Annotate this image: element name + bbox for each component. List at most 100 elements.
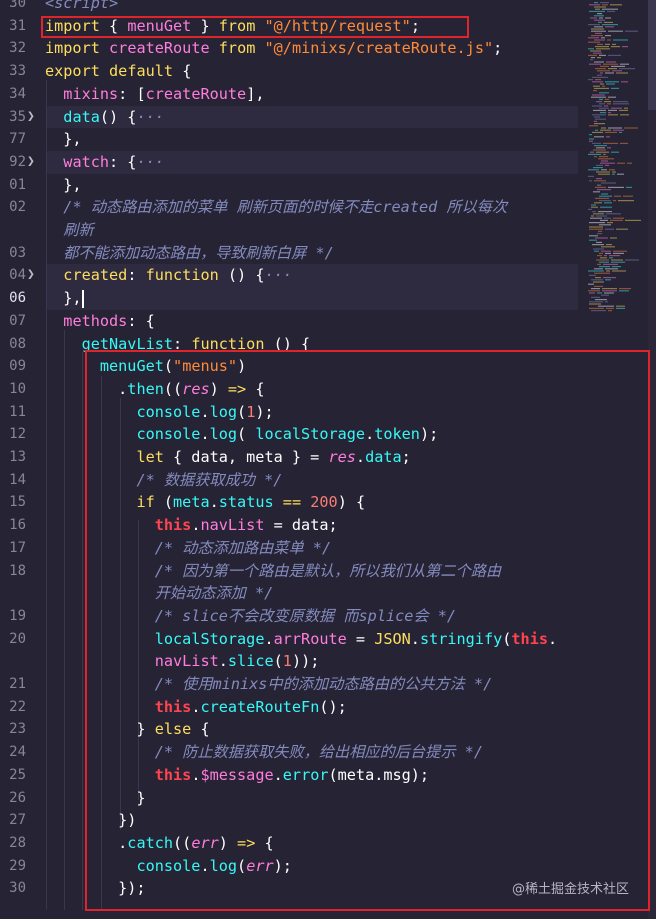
code-line[interactable]: import createRoute from "@/minixs/create… [45,37,502,60]
minimap-stroke [601,294,609,296]
minimap-stroke [593,167,603,169]
minimap[interactable] [584,0,648,320]
minimap-stroke [594,180,606,182]
minimap-stroke [590,50,601,52]
minimap-stroke [594,285,603,287]
chevron-right-icon[interactable]: ❯ [27,106,39,129]
minimap-stroke [620,114,629,116]
minimap-stroke [591,288,600,290]
minimap-stroke [612,270,626,272]
minimap-stroke [600,72,603,74]
minimap-stroke [604,202,612,204]
chevron-right-icon[interactable]: ❯ [27,264,39,287]
minimap-stroke [602,4,608,6]
minimap-stroke [590,59,593,61]
code-token: () { [99,107,137,126]
minimap-stroke [589,125,598,127]
minimap-stroke [593,191,600,193]
code-line[interactable]: mixins: [createRoute], [45,83,264,106]
minimap-stroke [610,219,623,221]
code-token: default [109,62,174,81]
minimap-stroke [611,65,625,67]
minimap-stroke [613,217,624,219]
line-number: 08 [9,335,26,352]
code-line[interactable]: created: function () {··· [45,264,292,287]
minimap-stroke [621,81,628,83]
minimap-stroke [588,48,594,50]
code-editor[interactable]: 30 31 32 33 34 35 ❯ 77 92 ❯ 01 02 03 04 ❯ 06 07 08 09 10 11 1… [0,0,656,919]
line-number: 24 [9,744,26,761]
minimap-stroke [589,292,595,294]
minimap-stroke [591,296,600,298]
code-line[interactable]: <script> [45,0,118,15]
code-line[interactable]: }, [45,174,82,197]
minimap-stroke [594,19,605,21]
minimap-stroke [619,131,622,133]
minimap-stroke [612,173,615,175]
chevron-right-icon[interactable]: ❯ [27,151,39,174]
minimap-stroke [606,213,621,215]
minimap-stroke [605,301,608,303]
minimap-stroke [593,281,604,283]
minimap-stroke [589,134,592,136]
minimap-stroke [596,164,603,166]
minimap-stroke [599,266,610,268]
scrollbar-thumb[interactable] [648,0,656,110]
minimap-stroke [614,195,621,197]
minimap-stroke [588,208,592,210]
minimap-stroke [610,237,617,239]
minimap-stroke [594,39,605,41]
code-line[interactable]: data() {··· [45,106,164,129]
minimap-stroke [594,156,597,158]
minimap-stroke [596,259,609,261]
minimap-stroke [593,149,606,151]
minimap-stroke [589,63,601,65]
code-line[interactable]: watch: {··· [45,151,164,174]
minimap-stroke [619,68,635,70]
minimap-stroke [601,182,616,184]
code-token: mixins [63,84,119,103]
line-number: 17 [9,539,26,556]
minimap-stroke [595,186,606,188]
code-line[interactable]: 都不能添加动态路由，导致刷新白屏 */ [45,242,333,265]
code-token: }, [45,175,82,194]
code-line[interactable]: export default { [45,60,191,83]
code-line[interactable]: }, [45,128,81,151]
code-token: createRoute [109,39,210,58]
code-token: import [45,39,100,58]
code-line[interactable]: /* 动态路由添加的菜单 刷新页面的时候不走created 所以每次 [45,196,507,219]
minimap-stroke [589,274,596,276]
minimap-stroke [612,70,622,72]
minimap-stroke [597,184,601,186]
minimap-stroke [607,10,615,12]
line-number: 04 [9,267,26,284]
code-line[interactable]: 刷新 [45,219,93,242]
line-number: 11 [9,403,26,420]
minimap-stroke [600,112,606,114]
minimap-stroke [611,46,620,48]
code-token: : [127,266,146,285]
minimap-stroke [605,252,611,254]
minimap-stroke [602,85,605,87]
minimap-stroke [617,173,624,175]
code-line[interactable]: methods: { [45,310,154,333]
minimap-stroke [594,6,606,8]
minimap-stroke [589,4,600,6]
minimap-stroke [608,109,617,111]
line-number [0,582,26,605]
minimap-stroke [610,4,622,6]
code-line[interactable]: }, [45,287,84,310]
minimap-stroke [624,107,628,109]
line-number: 30 [9,0,26,11]
code-token: : { [109,152,137,171]
minimap-stroke [595,68,606,70]
code-token: () { [218,266,265,285]
minimap-stroke [608,54,621,56]
code-token: { [173,62,192,81]
minimap-stroke [608,96,616,98]
minimap-stroke [613,39,628,41]
